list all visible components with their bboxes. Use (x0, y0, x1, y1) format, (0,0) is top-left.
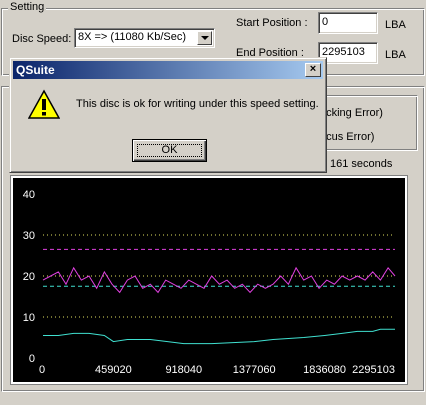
warning-icon (28, 89, 60, 119)
series-line-1 (43, 328, 395, 345)
y-tick-label: 40 (23, 189, 35, 201)
x-tick-label: 0 (39, 364, 45, 376)
tracking-error-option[interactable]: acking Error) (320, 107, 383, 120)
close-button[interactable]: × (305, 63, 321, 77)
start-position-label: Start Position : (236, 17, 308, 29)
focus-error-option[interactable]: ocus Error) (320, 131, 374, 144)
end-unit-label: LBA (385, 49, 406, 61)
x-tick-label: 2295103 (352, 364, 395, 376)
chevron-down-icon[interactable] (197, 31, 212, 45)
elapsed-time: 161 seconds (330, 158, 393, 170)
setting-group-label: Setting (8, 1, 47, 13)
end-position-input[interactable]: 2295103 (318, 42, 378, 64)
ok-focus-rect (137, 144, 202, 157)
disc-speed-label: Disc Speed: (12, 33, 72, 45)
close-icon: × (309, 63, 317, 75)
y-tick-label: 30 (23, 230, 35, 242)
start-position-input[interactable]: 0 (318, 12, 378, 34)
y-tick-label: 0 (29, 353, 35, 365)
x-tick-label: 1377060 (233, 364, 276, 376)
qsuite-dialog: QSuite × This disc is ok for writing und… (9, 57, 327, 173)
y-tick-label: 20 (23, 271, 35, 283)
disc-speed-value: 8X => (11080 Kb/Sec) (78, 31, 187, 43)
chart-svg: 0 10 20 30 40 0 459020 918040 1377060 1836080 2295… (23, 189, 396, 376)
disc-speed-select[interactable]: 8X => (11080 Kb/Sec) (74, 28, 215, 48)
x-tick-label: 459020 (95, 364, 132, 376)
dialog-message: This disc is ok for writing under this s… (76, 98, 319, 110)
series-line-0 (42, 266, 396, 294)
start-unit-label: LBA (385, 19, 406, 31)
dialog-titlebar[interactable]: QSuite × (13, 61, 323, 79)
ok-button[interactable]: OK (132, 139, 207, 162)
x-tick-label: 918040 (165, 364, 202, 376)
y-tick-label: 10 (23, 312, 35, 324)
error-chart: 0 10 20 30 40 0 459020 918040 1377060 1836080 2295… (11, 176, 407, 384)
x-tick-label: 1836080 (303, 364, 346, 376)
dialog-title: QSuite (16, 63, 55, 77)
